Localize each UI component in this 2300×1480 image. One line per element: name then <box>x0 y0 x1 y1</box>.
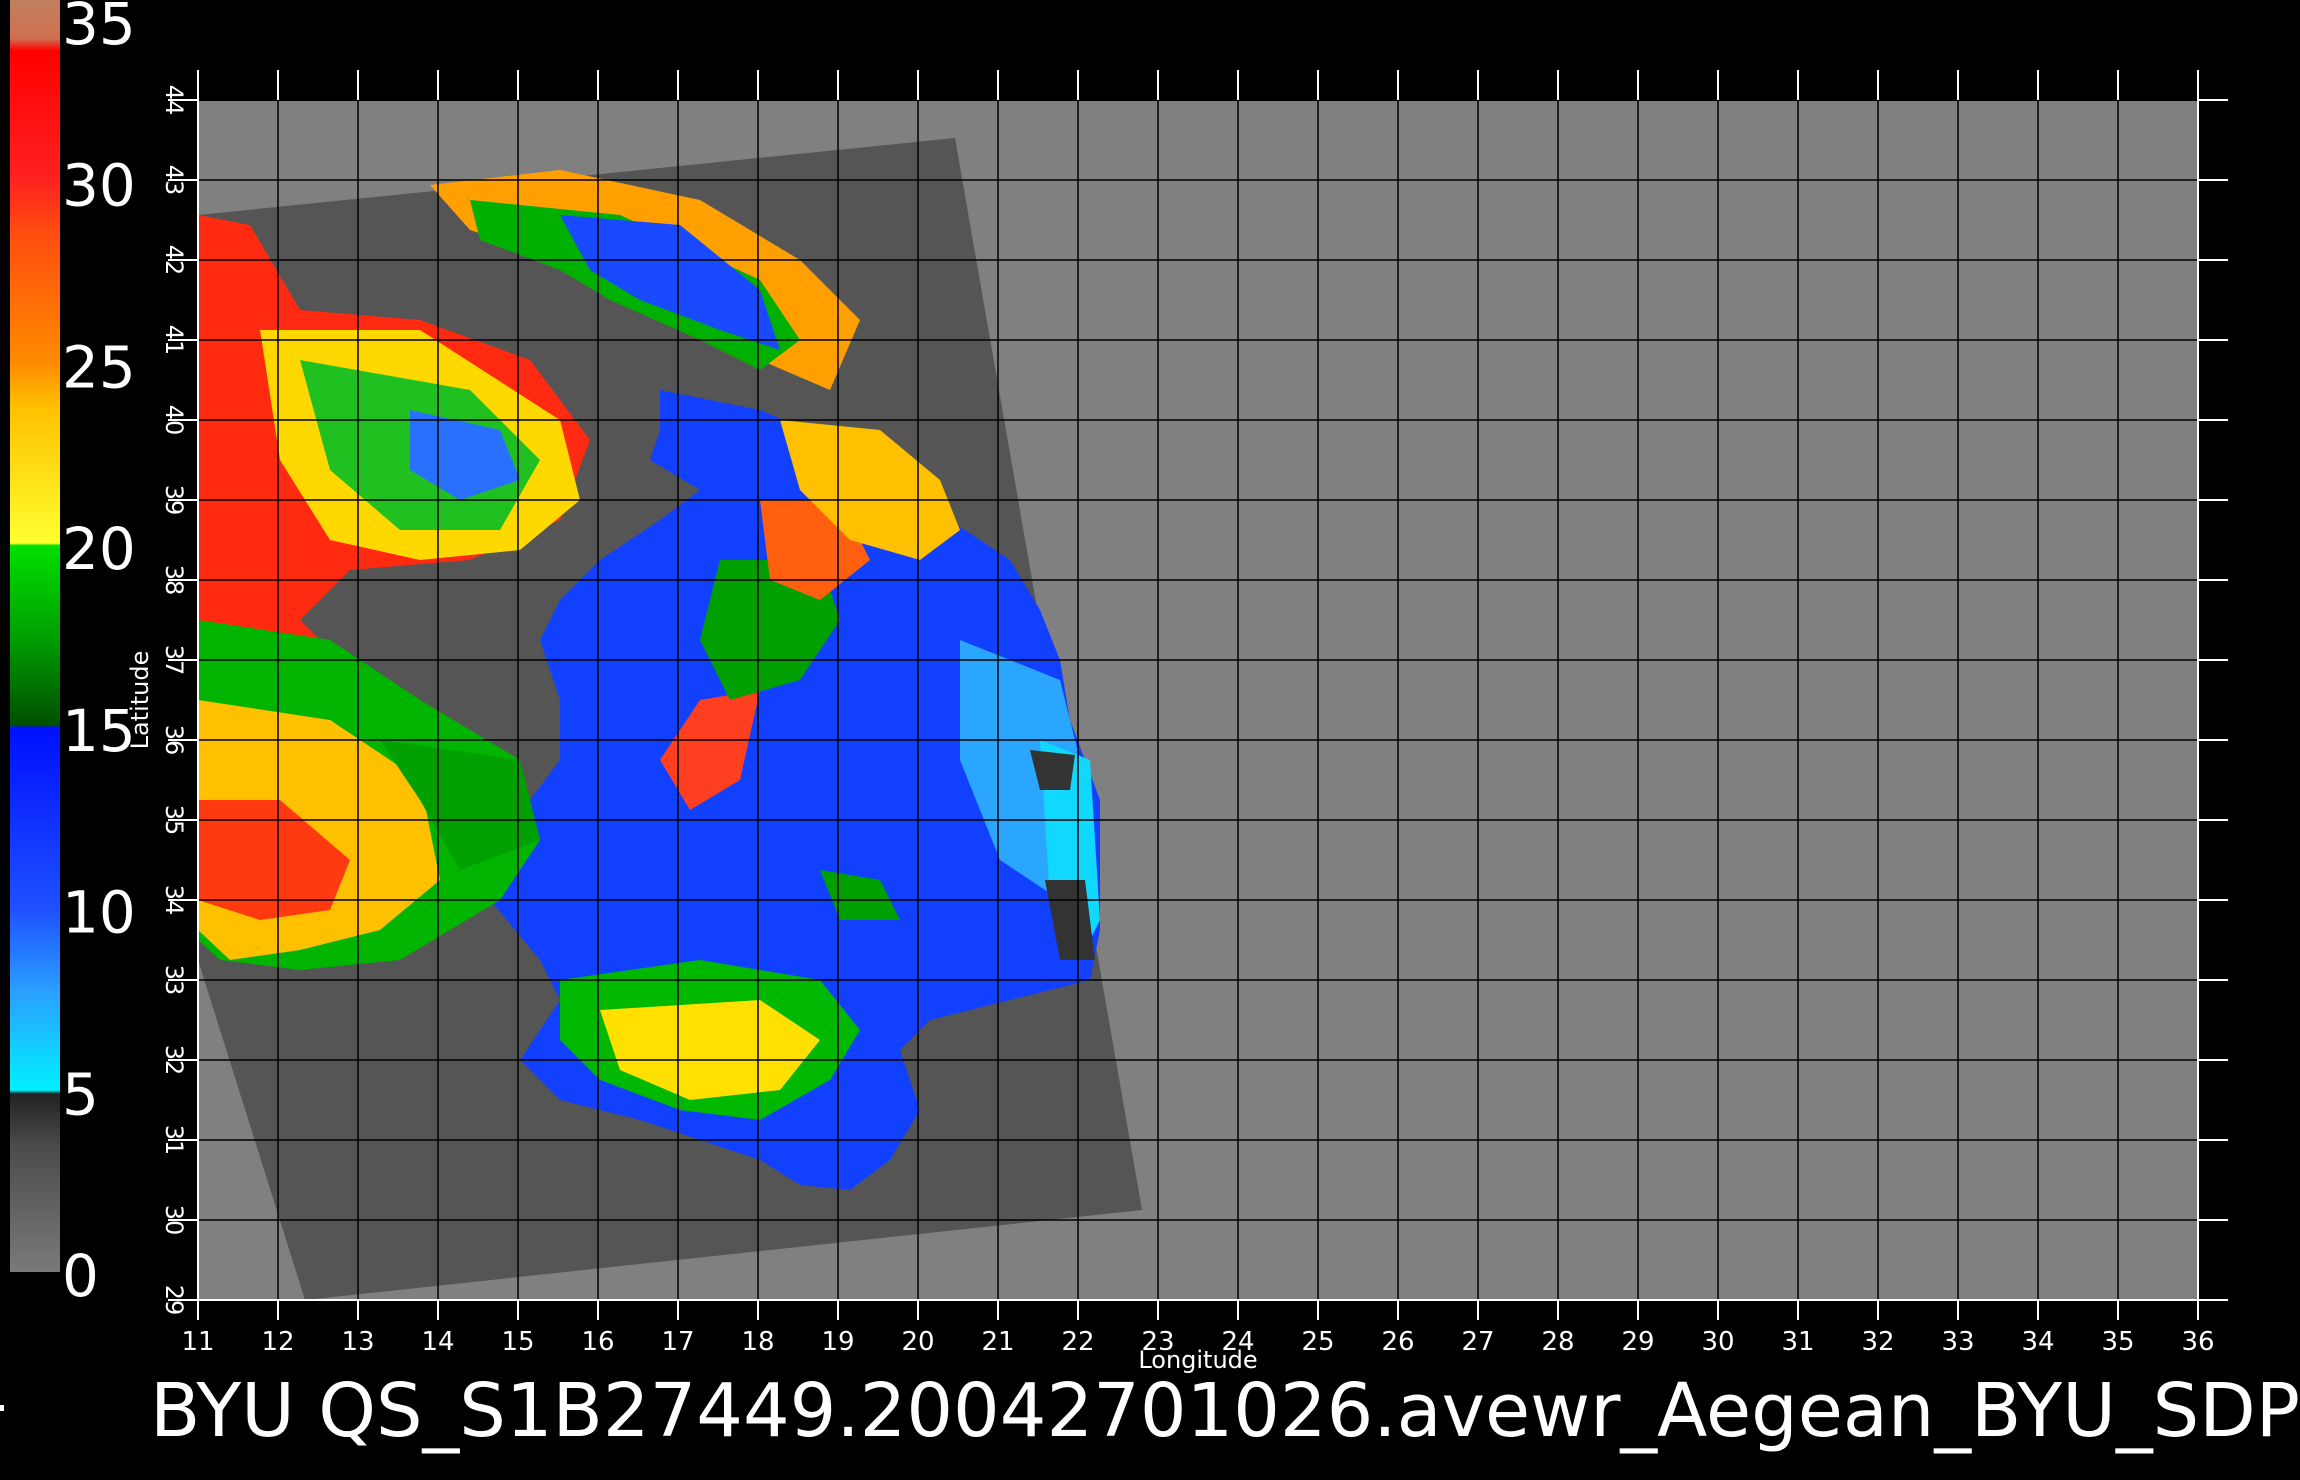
lon-tick-label: 34 <box>2021 1327 2054 1357</box>
lon-tick-label: 22 <box>1061 1327 1094 1357</box>
latitude-tick-labels: 29 30 31 32 33 34 35 36 37 38 39 40 41 42 43 44 <box>160 85 188 1316</box>
colorbar-label: 35 <box>62 0 136 58</box>
colorbar-label: 10 <box>62 879 136 947</box>
lat-tick-label: 34 <box>160 885 188 916</box>
colorbar-label: 15 <box>62 697 136 765</box>
lon-tick-label: 31 <box>1781 1327 1814 1357</box>
lat-tick-label: 40 <box>160 405 188 436</box>
lon-tick-label: 33 <box>1941 1327 1974 1357</box>
lon-tick-label: 15 <box>501 1327 534 1357</box>
colorbar-label: 30 <box>62 152 136 220</box>
colorbar-label: 0 <box>62 1242 99 1310</box>
lon-tick-label: 32 <box>1861 1327 1894 1357</box>
lat-tick-label: 32 <box>160 1045 188 1076</box>
colorbar-strip <box>10 0 60 1272</box>
lat-tick-label: 42 <box>160 245 188 276</box>
y-axis-label: Latitude <box>126 651 154 750</box>
lon-tick-label: 28 <box>1541 1327 1574 1357</box>
colorbar: 0 5 10 15 20 25 30 35 <box>10 0 136 1310</box>
lon-tick-label: 11 <box>181 1327 214 1357</box>
lat-tick-label: 36 <box>160 725 188 756</box>
plot-area: 11 12 13 14 15 16 17 18 19 20 21 22 23 24 25 26 27 28 29 30… <box>126 70 2228 1374</box>
lon-tick-label: 13 <box>341 1327 374 1357</box>
colorbar-label: 20 <box>62 515 136 583</box>
wind-map-figure: 0 5 10 15 20 25 30 35 11 12 13 14 15 16 17 18 1… <box>10 0 2300 1454</box>
lon-tick-label: 27 <box>1461 1327 1494 1357</box>
colorbar-label: 25 <box>62 333 136 401</box>
lon-tick-label: 21 <box>981 1327 1014 1357</box>
lat-tick-label: 39 <box>160 485 188 516</box>
lat-tick-label: 30 <box>160 1205 188 1236</box>
edge-marker <box>0 1405 4 1411</box>
lon-tick-label: 18 <box>741 1327 774 1357</box>
lon-tick-label: 12 <box>261 1327 294 1357</box>
lon-tick-label: 19 <box>821 1327 854 1357</box>
lon-tick-label: 17 <box>661 1327 694 1357</box>
lon-tick-label: 20 <box>901 1327 934 1357</box>
lon-tick-label: 25 <box>1301 1327 1334 1357</box>
lon-tick-label: 29 <box>1621 1327 1654 1357</box>
lat-tick-label: 44 <box>160 85 188 116</box>
lat-tick-label: 33 <box>160 965 188 996</box>
lat-tick-label: 43 <box>160 165 188 196</box>
image-title: BYU QS_S1B27449.20042701026.avewr_Aegean… <box>150 1368 2300 1454</box>
lon-tick-label: 14 <box>421 1327 454 1357</box>
lon-tick-label: 26 <box>1381 1327 1414 1357</box>
lat-tick-label: 35 <box>160 805 188 836</box>
lat-tick-label: 38 <box>160 565 188 596</box>
lon-tick-label: 35 <box>2101 1327 2134 1357</box>
lon-tick-label: 16 <box>581 1327 614 1357</box>
lat-tick-label: 29 <box>160 1285 188 1316</box>
lat-tick-label: 31 <box>160 1125 188 1156</box>
lon-tick-label: 30 <box>1701 1327 1734 1357</box>
lon-tick-label: 36 <box>2181 1327 2214 1357</box>
colorbar-label: 5 <box>62 1060 99 1128</box>
lat-tick-label: 37 <box>160 645 188 676</box>
lat-tick-label: 41 <box>160 325 188 356</box>
